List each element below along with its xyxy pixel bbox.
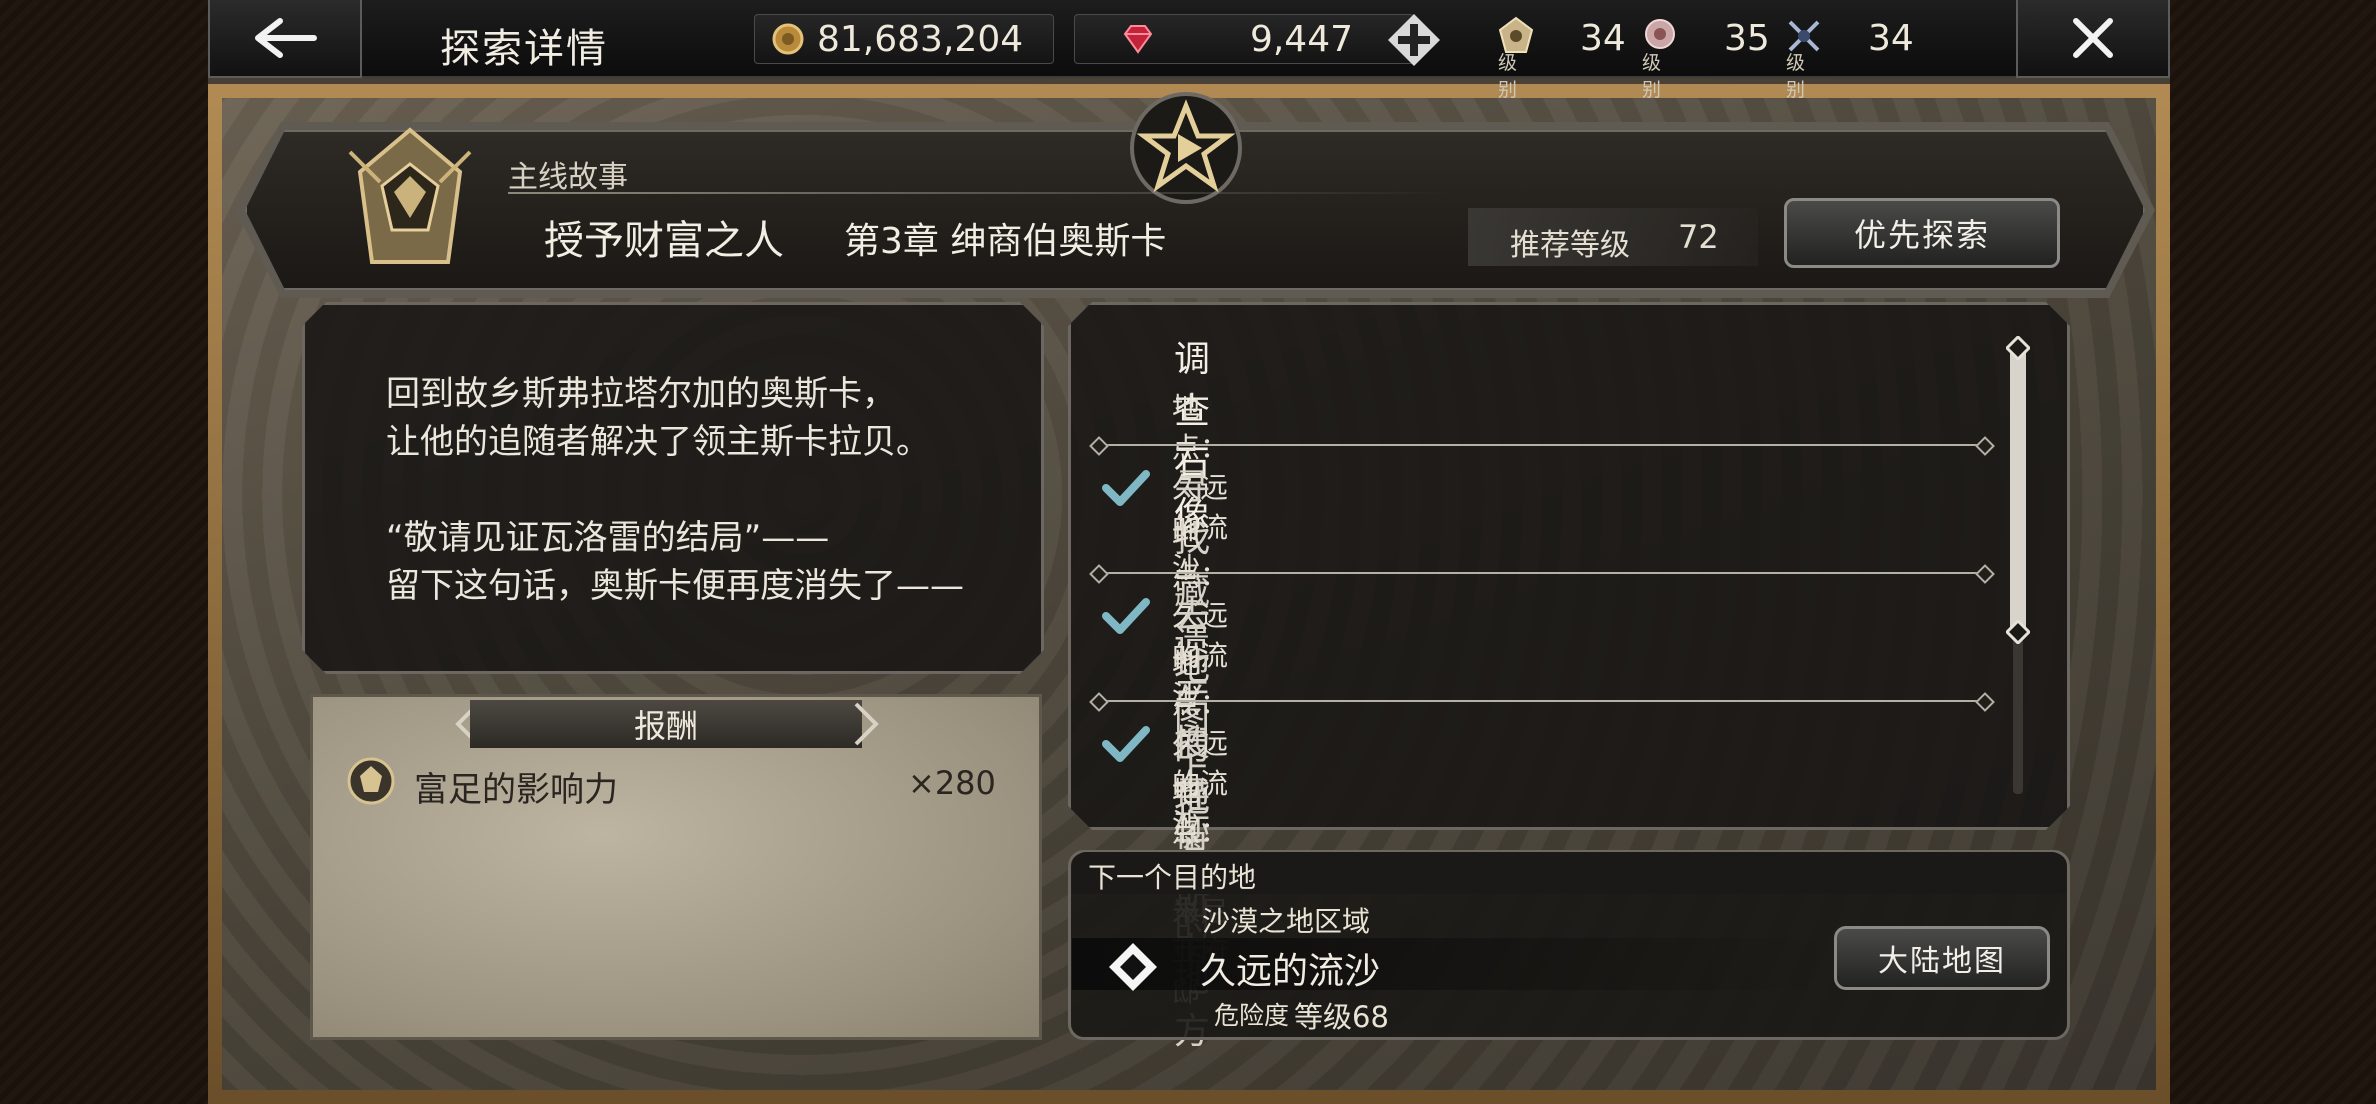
right-frame [2170,0,2376,1104]
recommended-level-label: 推荐等级 [1510,228,1630,263]
influence-reward-icon [347,757,395,805]
compass-medallion-icon [1130,92,1242,204]
objective-divider [1098,444,1986,446]
stat-value: 34 [1868,18,1914,59]
stat-value: 35 [1724,18,1770,59]
gem-value: 9,447 [1249,18,1353,60]
check-icon [1102,598,1150,634]
stat-level-label: 级别 [1786,52,1806,101]
stat-level-label: 级别 [1498,52,1518,101]
destination-row[interactable] [1072,938,1832,990]
plus-icon [1388,14,1440,66]
page-title: 探索详情 [440,26,608,72]
left-frame [0,0,208,1104]
scroll-top-diamond-icon [2006,336,2030,360]
reward-item-count: ×280 [908,764,996,802]
stat-value: 34 [1580,18,1626,59]
back-arrow-icon [255,18,317,58]
story-description: 回到故乡斯弗拉塔尔加的奥斯卡， 让他的追随者解决了领主斯卡拉贝。 “敬请见证瓦洛… [386,374,964,606]
check-icon [1102,726,1150,762]
gold-value: 81,683,204 [817,18,1024,60]
back-button[interactable] [208,0,362,78]
gold-counter: 81,683,204 [754,14,1054,64]
reward-item-name: 富足的影响力 [414,770,618,810]
destination-marker-icon [1109,943,1157,991]
gold-coin-icon [772,23,804,55]
header-divider [508,192,1448,194]
scrollbar-thumb[interactable] [2010,348,2026,634]
story-crest-icon [348,127,472,264]
red-gem-icon [1123,25,1153,54]
reward-header-right-ornament [854,702,879,746]
story-tag: 主线故事 [508,160,628,195]
priority-explore-button[interactable]: 优先探索 [1784,198,2060,268]
scroll-bottom-diamond-icon [2006,620,2030,644]
reward-header: 报酬 [470,700,862,748]
stat-level-label: 级别 [1642,52,1662,101]
top-bar: 探索详情 81,683,204 9,447 级别 34 级别 35 级别 34 [208,0,2170,101]
add-gems-button[interactable] [1386,12,1442,68]
continent-map-button[interactable]: 大陆地图 [1834,926,2050,990]
close-icon [2073,18,2113,58]
story-chapter: 第3章 绅商伯奥斯卡 [844,221,1167,262]
objective-divider [1098,700,1986,702]
danger-label: 危险度 [1214,1001,1290,1030]
recommended-level-value: 72 [1678,218,1719,256]
objective-divider [1098,572,1986,574]
check-icon [1102,470,1150,506]
destination-region: 沙漠之地区域 [1202,905,1371,938]
close-button[interactable] [2016,0,2170,78]
destination-name: 久远的流沙 [1200,951,1381,992]
next-destination-header: 下一个目的地 [1088,861,1257,894]
gem-counter: 9,447 [1074,14,1414,64]
danger-level: 等级68 [1294,1000,1389,1034]
story-title: 授予财富之人 [544,218,784,264]
